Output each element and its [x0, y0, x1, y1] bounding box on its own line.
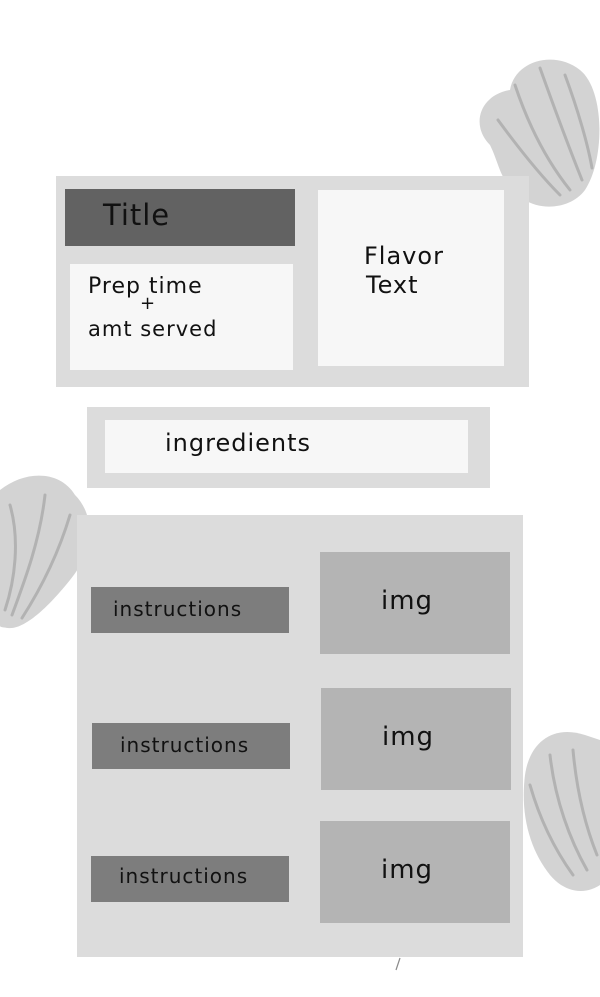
shell-icon: [515, 725, 600, 895]
image-label: img: [380, 855, 434, 885]
instruction-text: instructions: [119, 864, 249, 888]
ingredients-panel: ingredients: [105, 420, 468, 473]
instruction-bar: instructions: [91, 856, 289, 902]
image-label: img: [381, 722, 435, 752]
instruction-bar: instructions: [92, 723, 290, 769]
header-card: Title Prep time + amt served Flavor Text: [56, 176, 529, 387]
instruction-bar: instructions: [91, 587, 289, 633]
title-text: Title: [103, 198, 171, 232]
image-label: img: [380, 586, 434, 616]
instruction-text: instructions: [120, 733, 250, 757]
flavor-text-panel: Flavor Text: [318, 190, 504, 366]
image-placeholder: img: [320, 821, 510, 923]
flavor-text-line1: Flavor: [364, 242, 444, 270]
amount-served-text: amt served: [88, 317, 218, 341]
prep-plus-text: +: [140, 293, 157, 314]
title-bar: Title: [65, 189, 295, 246]
prep-time-panel: Prep time + amt served: [70, 264, 293, 370]
instructions-card: instructions img instructions img instru…: [77, 515, 523, 957]
image-placeholder: img: [321, 688, 511, 790]
ingredients-text: ingredients: [165, 429, 312, 457]
ingredients-card: ingredients: [87, 407, 490, 488]
flavor-text-line2: Text: [366, 271, 419, 299]
stray-pen-mark: [394, 956, 402, 971]
instruction-text: instructions: [113, 597, 243, 621]
image-placeholder: img: [320, 552, 510, 654]
